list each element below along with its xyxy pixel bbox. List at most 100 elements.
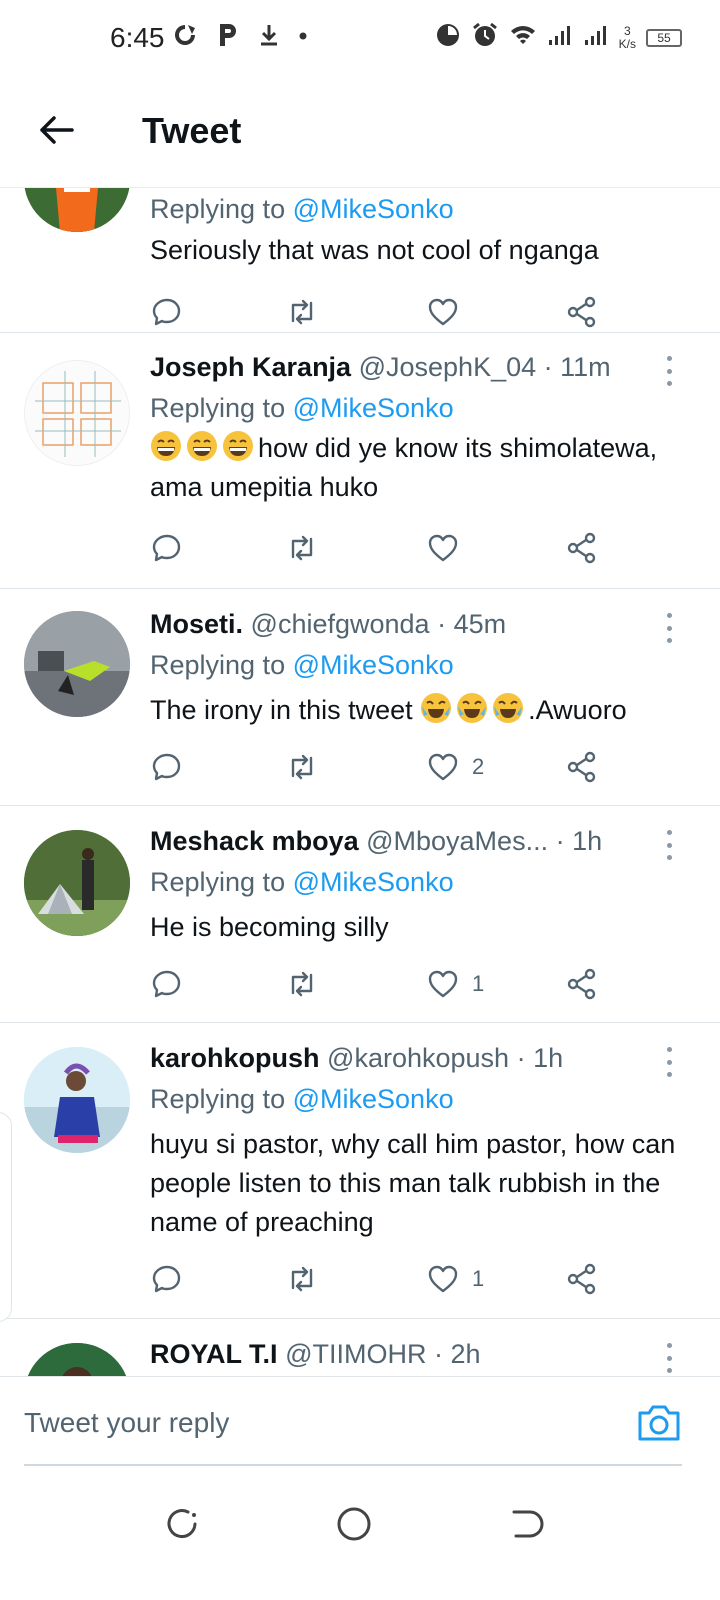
replying-to-link[interactable]: @MikeSonko [293,650,454,680]
tweet-text-after: .Awuoro [528,695,627,725]
tweet-text: how did ye know its shimolatewa, ama ume… [150,429,690,507]
back-nav-button[interactable] [506,1504,546,1544]
tweet-actions: 1 [150,1259,620,1299]
share-button[interactable] [565,964,599,1004]
more-options-button[interactable] [664,1343,674,1373]
retweet-button[interactable] [285,964,319,1004]
avatar[interactable] [24,188,130,232]
author-handle[interactable]: @TIIMOHR [285,1339,426,1369]
tweet-text: huyu si pastor, why call him pastor, how… [150,1129,676,1237]
author-handle[interactable]: @karohkopush [327,1043,509,1073]
author-name[interactable]: Joseph Karanja [150,352,351,382]
author-handle[interactable]: @MboyaMes... [366,826,548,856]
reply-button[interactable] [150,964,184,1004]
more-options-button[interactable] [664,1047,674,1077]
retweet-button[interactable] [285,1259,319,1299]
replying-prefix: Replying to [150,194,286,224]
like-button[interactable] [426,292,472,332]
dot-icon [298,22,308,57]
replying-to-link[interactable]: @MikeSonko [293,393,454,423]
share-icon [567,296,596,328]
tweet-actions [150,528,620,568]
reply-input[interactable]: Tweet your reply [24,1407,229,1439]
like-button[interactable] [426,528,472,568]
tweet-text-before: The irony in this tweet [150,695,413,725]
page-title: Tweet [142,110,242,151]
more-options-button[interactable] [664,613,674,643]
data-saver-icon [172,22,198,57]
like-count: 2 [472,754,485,779]
author-name[interactable]: ROYAL T.I [150,1339,278,1369]
like-button[interactable]: 2 [426,747,484,787]
like-count: 1 [472,971,485,996]
tweet-time: · 1h [555,826,603,856]
reply-button[interactable] [150,528,184,568]
signal-icon [583,22,609,53]
share-button[interactable] [565,528,599,568]
system-nav-bar [0,1490,720,1600]
like-button[interactable]: 1 [426,1259,484,1299]
retweet-button[interactable] [285,528,319,568]
tweet-item[interactable]: Moseti. @chiefgwonda · 45m Replying to @… [0,589,720,806]
retweet-button[interactable] [285,292,319,332]
download-icon [258,22,280,57]
retweet-icon [291,754,313,780]
avatar[interactable] [24,830,130,936]
tweet-item[interactable]: Joseph Karanja @JosephK_04 · 11m Replyin… [0,332,720,589]
recents-icon [167,1509,197,1539]
side-drawer-handle[interactable] [0,1112,12,1322]
author-name[interactable]: karohkopush [150,1043,320,1073]
reply-button[interactable] [150,1259,184,1299]
share-button[interactable] [565,747,599,787]
tweet-item[interactable]: Meshack mboya @MboyaMes... · 1h Replying… [0,806,720,1023]
tweet-author-line: Moseti. @chiefgwonda · 45m [150,609,506,640]
heart-icon [428,534,458,562]
replies-feed[interactable]: Replying to @MikeSonko Seriously that wa… [0,188,720,1376]
tweet-item[interactable]: ROYAL T.I @TIIMOHR · 2h [0,1319,720,1376]
like-button[interactable]: 1 [426,964,484,1004]
tweet-time: · 45m [437,609,507,639]
replying-prefix: Replying to [150,867,286,897]
retweet-button[interactable] [285,747,319,787]
heart-icon [428,1265,458,1293]
avatar[interactable] [24,1343,130,1376]
replying-to-link[interactable]: @MikeSonko [293,194,454,224]
signal-icon [547,22,573,53]
tweet-text: Seriously that was not cool of nganga [150,235,599,265]
avatar[interactable] [24,360,130,466]
back-button[interactable] [34,108,78,152]
reply-icon [152,534,181,562]
replying-prefix: Replying to [150,393,286,423]
author-handle[interactable]: @chiefgwonda [251,609,430,639]
camera-button[interactable] [636,1403,682,1443]
replying-to-link[interactable]: @MikeSonko [293,867,454,897]
avatar[interactable] [24,611,130,717]
author-name[interactable]: Meshack mboya [150,826,359,856]
replying-prefix: Replying to [150,1084,286,1114]
like-count: 1 [472,1266,485,1291]
author-handle[interactable]: @JosephK_04 [359,352,537,382]
tears-of-joy-emoji [493,693,524,723]
recents-button[interactable] [162,1504,202,1544]
replying-to-link[interactable]: @MikeSonko [293,1084,454,1114]
network-speed: 3 K/s [618,23,636,51]
tweet-item[interactable]: Replying to @MikeSonko Seriously that wa… [0,188,720,333]
reply-button[interactable] [150,747,184,787]
heart-icon [428,970,458,998]
reply-button[interactable] [150,292,184,332]
avatar[interactable] [24,1047,130,1153]
more-options-button[interactable] [664,830,674,860]
share-button[interactable] [565,1259,599,1299]
heart-icon [428,753,458,781]
replying-to: Replying to @MikeSonko [150,393,454,424]
replying-to: Replying to @MikeSonko [150,867,454,898]
home-button[interactable] [334,1504,374,1544]
author-name[interactable]: Moseti. [150,609,243,639]
share-icon [567,532,596,564]
share-button[interactable] [565,292,599,332]
reply-icon [152,970,181,998]
grinning-face-emoji [187,431,217,461]
more-options-button[interactable] [664,356,674,386]
status-icons-left [172,22,308,57]
tweet-item[interactable]: karohkopush @karohkopush · 1h Replying t… [0,1023,720,1319]
